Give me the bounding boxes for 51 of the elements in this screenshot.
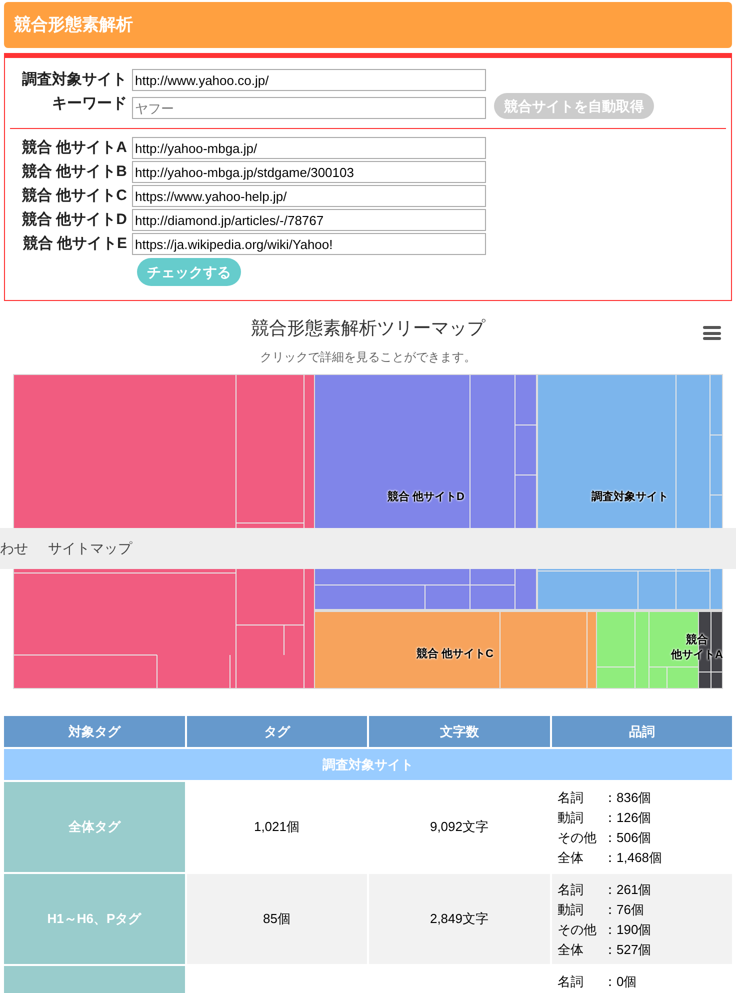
column-header: 品詞 [552, 716, 732, 747]
column-header: 文字数 [369, 716, 550, 747]
pos-count: ：190個 [604, 921, 652, 939]
input-field[interactable]: http://www.yahoo.co.jp/ [132, 69, 486, 91]
input-field[interactable]: ヤフー [132, 97, 486, 119]
column-header: 対象タグ [4, 716, 184, 747]
chart-title: 競合形態素解析ツリーマップ [251, 317, 485, 340]
pos-count: ：76個 [604, 901, 644, 919]
pos-label: その他 [558, 921, 598, 939]
treemap-label: 競合 他サイトD [386, 490, 466, 505]
nav-link[interactable]: サイトマップ [48, 538, 132, 559]
treemap-label: 競合 他サイトC [416, 647, 494, 662]
pos-count: ：0個 [604, 973, 637, 991]
pos-label: 全体 [558, 941, 584, 959]
pos-label: 名詞 [558, 881, 584, 899]
nav-link[interactable]: わせ [0, 538, 28, 559]
table-cell: 2,849文字 [369, 874, 550, 964]
field-label: キーワード [51, 94, 128, 114]
pos-label: 名詞 [558, 789, 584, 807]
pos-count: ：506個 [604, 829, 652, 847]
menu-icon[interactable] [703, 325, 721, 341]
input-field[interactable]: http://yahoo-mbga.jp/ [132, 137, 486, 159]
field-label: 競合 他サイトC [20, 186, 128, 206]
input-field[interactable]: https://ja.wikipedia.org/wiki/Yahoo! [132, 233, 486, 255]
field-label: 競合 他サイトA [20, 138, 128, 158]
pos-count: ：261個 [604, 881, 652, 899]
input-field[interactable]: http://yahoo-mbga.jp/stdgame/300103 [132, 161, 486, 183]
table-cell: 85個 [186, 874, 367, 964]
row-header-cell: 全体タグ [4, 782, 184, 872]
input-field[interactable]: http://diamond.jp/articles/-/78767 [132, 209, 486, 231]
treemap-label: 調査対象サイト [590, 490, 670, 505]
pos-label: 動詞 [558, 901, 584, 919]
pos-count: ：126個 [604, 809, 652, 827]
column-header: タグ [186, 716, 367, 747]
pos-count: ：1,468個 [604, 849, 662, 867]
pos-label: 全体 [558, 849, 584, 867]
pos-count: ：527個 [604, 941, 652, 959]
field-label: 競合 他サイトD [20, 210, 128, 230]
page-title: 競合形態素解析 [14, 14, 133, 36]
pos-label: 動詞 [558, 809, 584, 827]
field-label: 競合 他サイトB [20, 162, 128, 182]
pos-label: その他 [558, 829, 598, 847]
chart-subtitle: クリックで詳細を見ることができます。 [260, 349, 476, 366]
treemap-tile[interactable] [315, 612, 596, 688]
pos-label: 名詞 [558, 973, 584, 991]
row-header-cell: H1～H6、Pタグ [4, 874, 184, 964]
pos-count: ：836個 [604, 789, 652, 807]
input-field[interactable]: https://www.yahoo-help.jp/ [132, 185, 486, 207]
field-label: 競合 他サイトE [22, 234, 128, 254]
field-label: 調査対象サイト [21, 70, 128, 90]
section-header: 調査対象サイト [4, 749, 732, 780]
